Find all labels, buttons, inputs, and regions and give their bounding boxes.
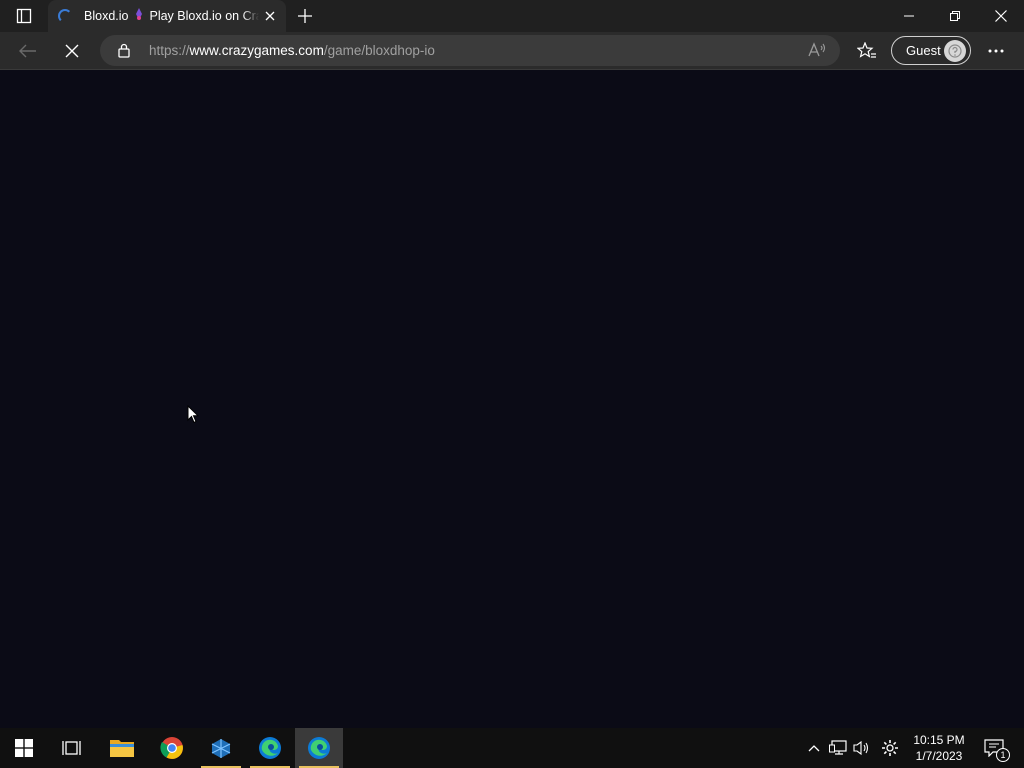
settings-tray-button[interactable] <box>880 738 900 758</box>
app-button[interactable] <box>197 728 245 768</box>
gear-icon <box>882 740 898 756</box>
clock-time: 10:15 PM <box>913 733 965 747</box>
edge-icon <box>308 737 330 759</box>
url-prefix: https:// <box>149 43 190 58</box>
minimize-button[interactable] <box>886 0 932 32</box>
edge-active-button[interactable] <box>295 728 343 768</box>
task-view-icon <box>62 741 81 755</box>
lock-icon <box>118 43 130 63</box>
start-button[interactable] <box>0 728 48 768</box>
stop-loading-button[interactable] <box>55 34 89 68</box>
back-arrow-icon <box>19 44 36 58</box>
chevron-up-icon <box>808 745 820 752</box>
system-clock[interactable]: 10:15 PM 1/7/2023 <box>908 732 970 764</box>
file-explorer-button[interactable] <box>98 728 146 768</box>
tab-title-primary: Bloxd.io <box>84 9 129 23</box>
close-window-button[interactable] <box>978 0 1024 32</box>
favorites-star-icon <box>857 42 876 58</box>
network-icon <box>829 740 847 755</box>
close-icon <box>265 11 275 21</box>
more-dots-icon <box>988 49 1004 53</box>
loading-spinner-icon <box>58 9 72 23</box>
network-button[interactable] <box>828 738 848 758</box>
edge-icon <box>259 737 281 759</box>
clock-date: 1/7/2023 <box>915 749 963 763</box>
task-view-button[interactable] <box>48 728 96 768</box>
taskbar: 10:15 PM 1/7/2023 1 <box>0 728 1024 768</box>
read-aloud-icon <box>808 42 826 57</box>
title-bar: Bloxd.io Play Bloxd.io on CrazyGames <box>0 0 1024 32</box>
restore-button[interactable] <box>932 0 978 32</box>
profile-label: Guest <box>906 43 941 58</box>
mouse-cursor-icon <box>187 404 200 430</box>
volume-icon <box>853 740 869 756</box>
minimize-icon <box>904 15 914 17</box>
edge-button[interactable] <box>246 728 294 768</box>
browser-toolbar: https://www.crazygames.com/game/bloxdhop… <box>0 32 1024 70</box>
browser-tab[interactable]: Bloxd.io Play Bloxd.io on CrazyGames <box>48 0 286 32</box>
file-explorer-icon <box>110 740 134 757</box>
guest-avatar-icon <box>944 40 966 62</box>
chrome-icon <box>160 737 183 759</box>
address-bar[interactable]: https://www.crazygames.com/game/bloxdhop… <box>100 35 840 66</box>
favorites-button[interactable] <box>850 34 884 68</box>
windows-start-icon <box>15 739 33 757</box>
url-text: https://www.crazygames.com/game/bloxdhop… <box>149 43 435 58</box>
notification-count-badge: 1 <box>996 748 1010 762</box>
tab-actions-button[interactable] <box>8 4 40 28</box>
restore-icon <box>950 11 960 21</box>
crazygames-favicon-icon <box>134 7 144 26</box>
notifications-button[interactable]: 1 <box>982 738 1010 762</box>
new-tab-button[interactable] <box>292 4 318 28</box>
web-page-content[interactable] <box>0 71 1024 728</box>
url-domain: www.crazygames.com <box>189 43 324 58</box>
chrome-button[interactable] <box>148 728 196 768</box>
profile-button[interactable]: Guest <box>891 36 971 65</box>
settings-more-button[interactable] <box>979 34 1013 68</box>
volume-button[interactable] <box>852 738 872 758</box>
back-button[interactable] <box>11 34 45 68</box>
tab-title-secondary: Play Bloxd.io on CrazyGames <box>149 9 260 23</box>
plus-icon <box>298 9 312 23</box>
show-hidden-icons-button[interactable] <box>804 738 824 758</box>
close-icon <box>995 10 1007 22</box>
url-path: /game/bloxdhop-io <box>323 43 435 58</box>
stop-icon <box>65 44 79 58</box>
read-aloud-button[interactable] <box>808 42 826 63</box>
tab-actions-icon <box>16 8 32 24</box>
tab-close-button[interactable] <box>262 8 278 24</box>
app-icon <box>211 739 231 758</box>
